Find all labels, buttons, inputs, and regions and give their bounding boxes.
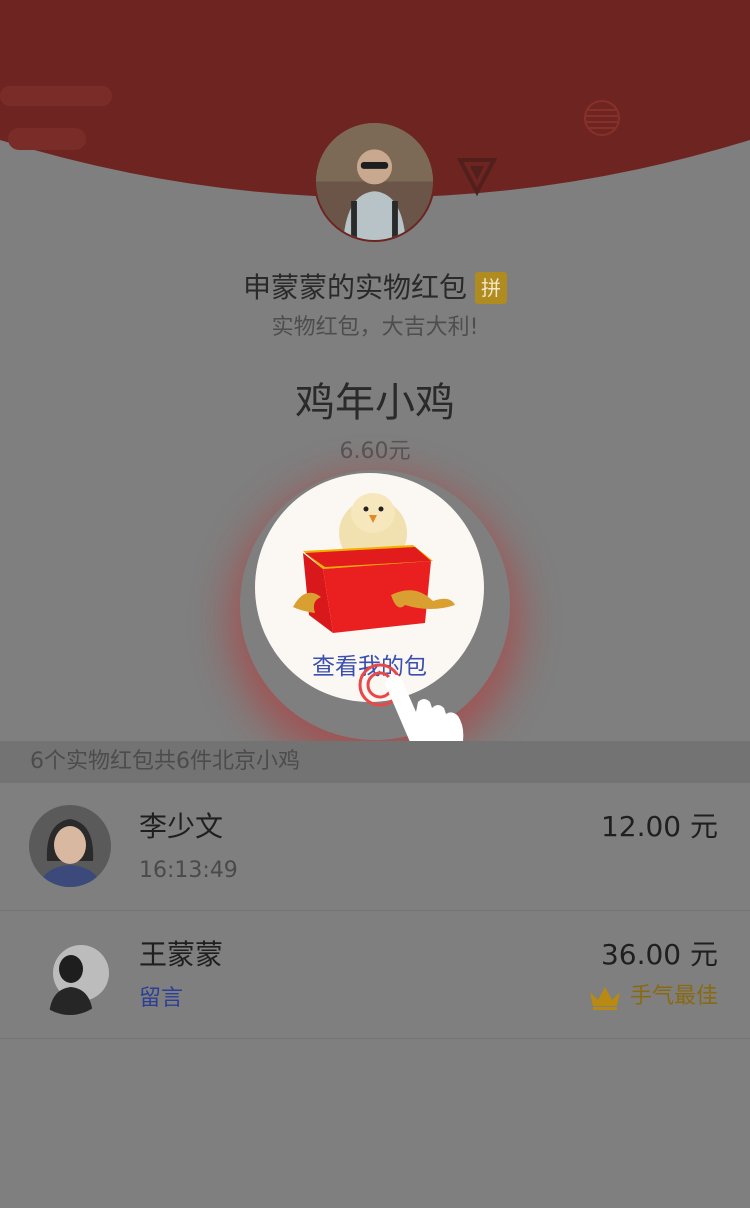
received-time: 16:13:49 bbox=[139, 858, 238, 883]
received-amount: 36.00 元 bbox=[600, 938, 718, 971]
message-link[interactable]: 留言 bbox=[139, 983, 183, 1015]
blessing-text: 实物红包，大吉大利! bbox=[271, 315, 479, 340]
group-badge: 拼 bbox=[475, 272, 507, 304]
recipient-name: 王蒙蒙 bbox=[139, 938, 224, 971]
recipient-name: 李少文 bbox=[139, 810, 224, 843]
list-item[interactable]: 李少文 16:13:49 12.00 元 bbox=[0, 783, 750, 911]
best-luck-badge: 手气最佳 bbox=[588, 981, 718, 1013]
sender-title: 申蒙蒙的实物红包拼 bbox=[0, 268, 750, 308]
recipient-list: 李少文 16:13:49 12.00 元 王蒙蒙 留言 36.00 元 手气最佳 bbox=[0, 783, 750, 1039]
received-amount: 12.00 元 bbox=[600, 810, 718, 843]
avatar[interactable] bbox=[29, 805, 111, 887]
gift-price: 6.60元 bbox=[339, 439, 411, 464]
red-packet-detail-page: 申蒙蒙的实物红包拼 实物红包，大吉大利! 鸡年小鸡 6.60元 查看我的包 6个… bbox=[0, 0, 750, 1208]
sender-title-text: 申蒙蒙的实物红包 bbox=[242, 271, 467, 304]
crown-icon bbox=[589, 987, 620, 1010]
summary-bar: 6个实物红包共6件北京小鸡 bbox=[0, 741, 750, 783]
list-item[interactable]: 王蒙蒙 留言 36.00 元 手气最佳 bbox=[0, 911, 750, 1039]
best-luck-label: 手气最佳 bbox=[629, 984, 718, 1009]
sender-avatar[interactable] bbox=[314, 121, 435, 242]
gift-name: 鸡年小鸡 bbox=[295, 380, 455, 426]
avatar[interactable] bbox=[29, 933, 111, 1015]
